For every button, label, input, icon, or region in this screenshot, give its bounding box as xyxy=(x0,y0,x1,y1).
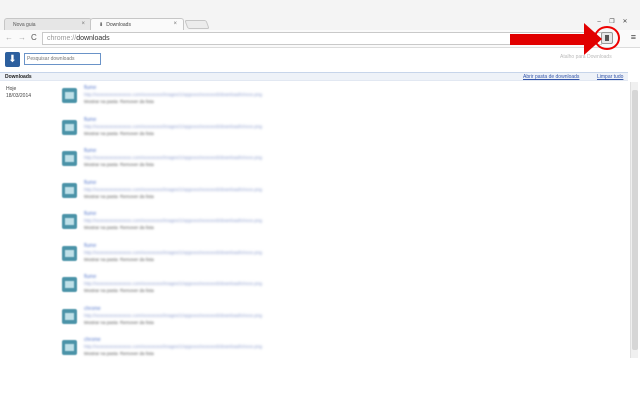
tab-label: Downloads xyxy=(106,22,131,28)
image-file-icon xyxy=(62,182,77,198)
section-header: Downloads Abrir pasta de downloads Limpa… xyxy=(0,72,628,81)
close-tab-icon[interactable]: × xyxy=(81,21,85,27)
clear-all-link[interactable]: Limpar tudo xyxy=(597,74,623,80)
download-url[interactable]: http://xxxxxxxxxxxxxxxx.com/xxxxxxxxx/im… xyxy=(84,124,262,129)
download-item: flume http://xxxxxxxxxxxxxxxx.com/xxxxxxx… xyxy=(62,180,362,206)
download-item: flume http://xxxxxxxxxxxxxxxx.com/xxxxxxx… xyxy=(62,211,362,237)
download-url[interactable]: http://xxxxxxxxxxxxxxxx.com/xxxxxxxxx/im… xyxy=(84,155,262,160)
url-path: downloads xyxy=(76,35,110,42)
date-label: Hoje xyxy=(6,86,17,92)
remove-from-list-link[interactable]: Remover da lista xyxy=(120,131,154,136)
remove-from-list-link[interactable]: Remover da lista xyxy=(120,320,154,325)
show-in-folder-link[interactable]: Mostrar na pasta xyxy=(84,320,118,325)
show-in-folder-link[interactable]: Mostrar na pasta xyxy=(84,257,118,262)
download-url[interactable]: http://xxxxxxxxxxxxxxxx.com/xxxxxxxxx/im… xyxy=(84,313,262,318)
scrollbar[interactable] xyxy=(630,82,638,358)
download-icon: ⬇ xyxy=(99,22,104,28)
menu-icon[interactable]: ≡ xyxy=(631,32,636,42)
image-file-icon xyxy=(62,119,77,135)
red-arrow-shaft xyxy=(510,34,588,45)
show-in-folder-link[interactable]: Mostrar na pasta xyxy=(84,162,118,167)
image-file-icon xyxy=(62,277,77,292)
download-file-name[interactable]: chrome xyxy=(84,337,101,343)
remove-from-list-link[interactable]: Remover da lista xyxy=(120,162,154,167)
image-file-icon xyxy=(62,214,77,229)
reload-icon[interactable]: C xyxy=(31,33,37,42)
close-window-icon[interactable]: ✕ xyxy=(620,17,630,27)
download-file-name[interactable]: flume xyxy=(84,148,96,154)
remove-from-list-link[interactable]: Remover da lista xyxy=(120,257,154,262)
remove-from-list-link[interactable]: Remover da lista xyxy=(120,99,154,104)
show-in-folder-link[interactable]: Mostrar na pasta xyxy=(84,351,118,356)
download-url[interactable]: http://xxxxxxxxxxxxxxxx.com/xxxxxxxxx/im… xyxy=(84,344,262,349)
download-file-name[interactable]: flume xyxy=(84,211,96,217)
download-url[interactable]: http://xxxxxxxxxxxxxxxx.com/xxxxxxxxx/im… xyxy=(84,187,262,192)
image-file-icon xyxy=(62,245,77,261)
show-in-folder-link[interactable]: Mostrar na pasta xyxy=(84,194,118,199)
remove-from-list-link[interactable]: Remover da lista xyxy=(120,351,154,356)
scroll-thumb[interactable] xyxy=(632,90,638,350)
downloads-logo-icon: ⬇ xyxy=(5,52,20,67)
date-value: 18/03/2014 xyxy=(6,93,32,99)
url-scheme: chrome:// xyxy=(47,35,77,42)
image-file-icon xyxy=(62,151,77,166)
download-item: flume http://xxxxxxxxxxxxxxxx.com/xxxxxxx… xyxy=(62,243,362,269)
search-downloads-input[interactable] xyxy=(24,53,101,65)
download-item: chrome http://xxxxxxxxxxxxxxxx.com/xxxxxx… xyxy=(62,337,362,363)
show-in-folder-link[interactable]: Mostrar na pasta xyxy=(84,288,118,293)
date-group: Hoje 18/03/2014 xyxy=(6,86,31,100)
download-file-name[interactable]: chrome xyxy=(84,306,101,312)
extension-tooltip: Atalho para Downloads xyxy=(560,54,612,60)
remove-from-list-link[interactable]: Remover da lista xyxy=(120,225,154,230)
remove-from-list-link[interactable]: Remover da lista xyxy=(120,288,154,293)
download-file-name[interactable]: flume xyxy=(84,243,96,249)
image-file-icon xyxy=(62,88,77,103)
remove-from-list-link[interactable]: Remover da lista xyxy=(120,194,154,199)
tab-strip: Nova guia × ⬇ Downloads × – ❐ ✕ xyxy=(0,0,640,31)
download-url[interactable]: http://xxxxxxxxxxxxxxxx.com/xxxxxxxxx/im… xyxy=(84,250,262,255)
download-item: flume http://xxxxxxxxxxxxxxxx.com/xxxxxxx… xyxy=(62,117,362,143)
download-item: flume http://xxxxxxxxxxxxxxxx.com/xxxxxxx… xyxy=(62,148,362,174)
open-downloads-folder-link[interactable]: Abrir pasta de downloads xyxy=(523,74,579,80)
download-url[interactable]: http://xxxxxxxxxxxxxxxx.com/xxxxxxxxx/im… xyxy=(84,218,262,223)
image-file-icon xyxy=(62,308,77,324)
download-file-name[interactable]: flume xyxy=(84,117,96,123)
download-item: chrome http://xxxxxxxxxxxxxxxx.com/xxxxxx… xyxy=(62,306,362,332)
show-in-folder-link[interactable]: Mostrar na pasta xyxy=(84,99,118,104)
new-tab-button[interactable] xyxy=(184,20,210,29)
back-icon[interactable]: ← xyxy=(5,33,13,42)
download-item: flume http://xxxxxxxxxxxxxxxx.com/xxxxxxx… xyxy=(62,85,362,111)
red-arrow-head xyxy=(584,23,602,55)
download-file-name[interactable]: flume xyxy=(84,274,96,280)
image-file-icon xyxy=(62,340,77,355)
download-url[interactable]: http://xxxxxxxxxxxxxxxx.com/xxxxxxxxx/im… xyxy=(84,281,262,286)
show-in-folder-link[interactable]: Mostrar na pasta xyxy=(84,131,118,136)
close-tab-icon[interactable]: × xyxy=(173,21,177,27)
section-title: Downloads xyxy=(5,74,32,80)
tab-label: Nova guia xyxy=(13,22,36,28)
download-file-name[interactable]: flume xyxy=(84,180,96,186)
show-in-folder-link[interactable]: Mostrar na pasta xyxy=(84,225,118,230)
download-file-name[interactable]: flume xyxy=(84,85,96,91)
download-url[interactable]: http://xxxxxxxxxxxxxxxx.com/xxxxxxxxx/im… xyxy=(84,92,262,97)
download-item: flume http://xxxxxxxxxxxxxxxx.com/xxxxxxx… xyxy=(62,274,362,300)
forward-icon[interactable]: → xyxy=(18,33,26,42)
